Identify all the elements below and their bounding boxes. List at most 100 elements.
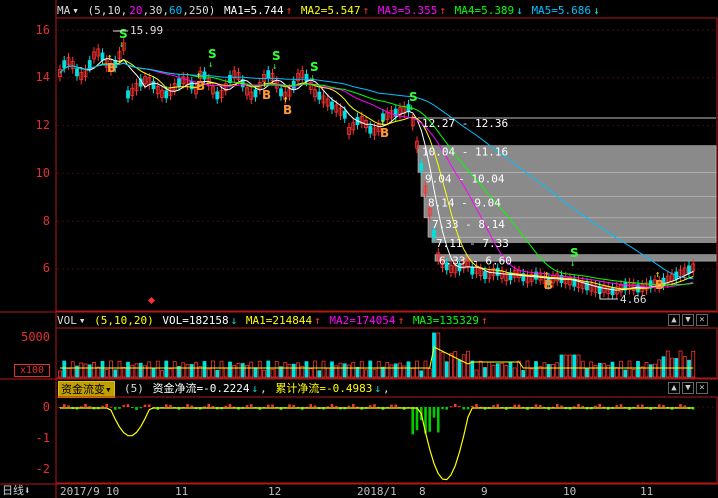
fund-flow-bar — [288, 404, 291, 407]
fund-flow-bar — [203, 406, 206, 408]
candle-body — [151, 81, 156, 90]
fund-flow-bar — [619, 404, 623, 407]
candle-body — [215, 91, 220, 100]
volume-bar — [104, 369, 109, 378]
fund-flow-bar — [228, 404, 232, 407]
sell-signal: S — [409, 90, 418, 104]
volume-bar — [491, 364, 496, 378]
candle-body — [164, 90, 169, 99]
candle-body — [87, 60, 92, 69]
volume-bar — [117, 360, 122, 378]
volume-bar — [185, 363, 190, 378]
fund-flow-bars — [58, 404, 695, 481]
volume-bar — [593, 365, 598, 378]
fund-flow-bar — [101, 405, 104, 407]
volume-bar — [164, 360, 169, 378]
volume-bar — [631, 368, 636, 378]
stock-chart-window: MA ▾ (5,10, 20,30,60,250) MA1=5.744 ↑ MA2=5… — [0, 0, 718, 498]
candle-body — [317, 91, 322, 100]
volume-bar — [92, 362, 96, 378]
volume-bar — [691, 350, 696, 378]
buy-signal: B — [107, 61, 116, 75]
fund-flow-bar — [572, 406, 576, 408]
volume-bar — [436, 332, 441, 378]
volume-bar — [334, 365, 339, 378]
volume-bar — [457, 359, 462, 378]
volume-bar — [572, 354, 577, 378]
sell-arrow-icon: ↓ — [119, 40, 124, 50]
fund-flow-bar — [517, 404, 521, 407]
fund-flow-bar — [84, 404, 87, 407]
fund-flow-bar — [492, 405, 495, 407]
volume-bar — [500, 362, 504, 378]
volume-bar — [653, 363, 657, 378]
fund-flow-bar — [462, 407, 466, 410]
volume-bar — [70, 361, 75, 378]
volume-bar — [66, 368, 71, 378]
volume-bar — [287, 364, 292, 378]
fund-panel-frame — [55, 396, 718, 484]
fund-flow-bar — [411, 407, 415, 435]
volume-bar — [168, 368, 173, 378]
volume-bar — [100, 360, 105, 378]
volume-bar — [470, 360, 475, 378]
fund-flow-bar — [390, 404, 393, 407]
volume-bar — [614, 367, 619, 378]
volume-bar — [321, 360, 326, 378]
volume-bar — [330, 361, 334, 378]
volume-bar — [512, 367, 517, 378]
volume-bar — [364, 369, 368, 378]
fund-flow-bar — [113, 407, 117, 410]
volume-bar — [440, 351, 445, 378]
volume-bar — [270, 368, 275, 378]
volume-bar — [483, 367, 487, 378]
volume-bar — [172, 361, 177, 378]
volume-bar — [147, 361, 152, 378]
fund-flow-bar — [640, 404, 644, 407]
fund-flow-bar — [428, 407, 432, 432]
candle-body — [610, 287, 615, 296]
buy-signal: B — [196, 79, 205, 93]
volume-bar — [291, 363, 296, 378]
volume-bar — [555, 362, 560, 378]
volume-bar — [644, 362, 649, 378]
fund-flow-bar — [139, 407, 143, 409]
sell-arrow-icon: ↓ — [570, 259, 575, 269]
volume-bar — [87, 364, 92, 378]
fund-flow-bar — [581, 406, 585, 408]
sell-signal: S — [570, 246, 579, 260]
volume-bar — [576, 354, 581, 378]
candle-body — [470, 266, 475, 275]
candle-body — [368, 125, 373, 134]
fund-flow-bar — [513, 404, 517, 407]
fund-cumulative-line — [60, 407, 694, 481]
volume-bar — [304, 361, 309, 378]
volume-bar — [342, 363, 347, 378]
sell-signal: S — [310, 60, 319, 74]
fund-flow-bar — [109, 406, 113, 408]
volume-bar — [525, 360, 530, 378]
candle-body — [330, 101, 334, 110]
volume-bar — [134, 363, 139, 378]
fund-flow-bar — [245, 405, 249, 407]
price-chart-canvas[interactable]: ↑B↑B ↑B ↑B↑B↑B↑BS↓S↓S↓ S↓S↓S↓ 12.27 - 12.36… — [0, 0, 718, 498]
volume-bar — [478, 360, 483, 378]
volume-bar — [283, 362, 288, 378]
volume-bar — [419, 370, 424, 378]
fund-flow-bar — [292, 404, 296, 407]
volume-bar — [589, 361, 594, 378]
volume-bar — [206, 368, 211, 378]
sell-signal: S — [208, 47, 217, 61]
gap-label: 7.11 - 7.33 — [436, 237, 509, 250]
volume-bar — [636, 361, 640, 378]
volume-bar — [619, 360, 623, 378]
fund-flow-bar — [458, 406, 461, 408]
volume-bar — [249, 361, 254, 378]
fund-flow-bar — [224, 405, 228, 407]
fund-flow-bar — [449, 406, 453, 408]
fund-flow-bar — [164, 404, 168, 407]
fund-flow-bar — [190, 405, 194, 407]
buy-signal: B — [283, 103, 292, 117]
candle-body — [75, 68, 79, 77]
volume-bar — [461, 354, 466, 378]
